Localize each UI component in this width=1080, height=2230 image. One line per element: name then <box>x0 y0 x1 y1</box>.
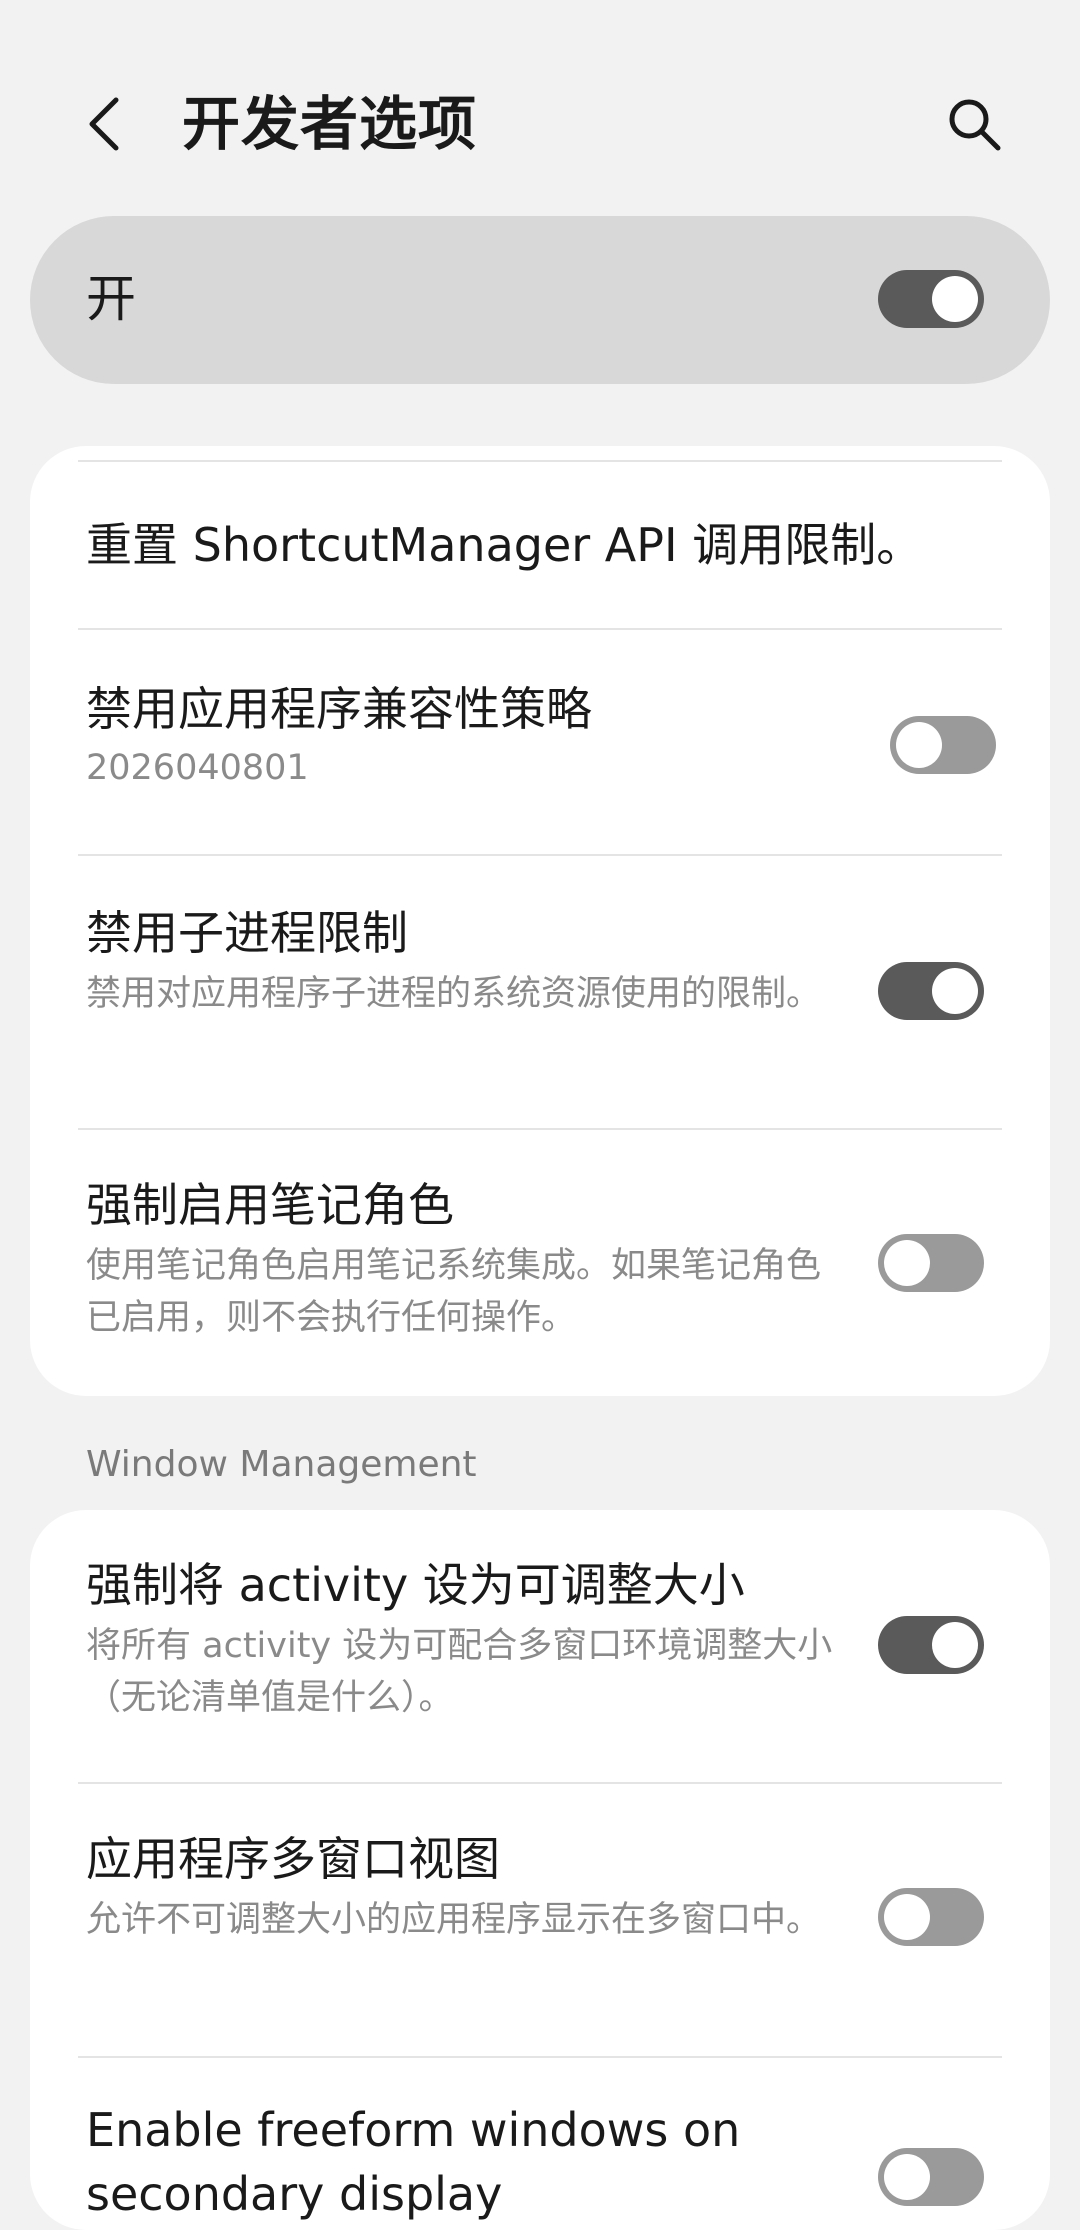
row-title: 重置 ShortcutManager API 调用限制。 <box>86 518 923 572</box>
row-summary: 禁用对应用程序子进程的系统资源使用的限制。 <box>86 974 822 1014</box>
chevron-left-icon <box>89 97 119 151</box>
toggle-knob <box>884 1894 930 1940</box>
back-button[interactable] <box>72 84 136 164</box>
search-button[interactable] <box>934 84 1014 164</box>
section-header-window-management: Window Management <box>86 1444 477 1485</box>
row-title: 应用程序多窗口视图 <box>86 1832 500 1886</box>
row-summary: 将所有 activity 设为可配合多窗口环境调整大小（无论清单值是什么）。 <box>86 1626 833 1718</box>
disable-child-process-limit-row[interactable]: 禁用子进程限制 禁用对应用程序子进程的系统资源使用的限制。 <box>30 856 1050 1128</box>
reset-shortcutmanager-row[interactable]: 重置 ShortcutManager API 调用限制。 <box>30 462 1050 628</box>
page-title: 开发者选项 <box>182 90 478 158</box>
toggle-knob <box>884 1240 930 1286</box>
app-multi-window-view-toggle[interactable] <box>878 1888 984 1946</box>
settings-card-general: 重置 ShortcutManager API 调用限制。 禁用应用程序兼容性策略… <box>30 446 1050 1396</box>
disable-app-compat-policy-row[interactable]: 禁用应用程序兼容性策略 2026040801 <box>30 630 1050 854</box>
disable-child-process-limit-toggle[interactable] <box>878 962 984 1020</box>
toggle-knob <box>932 968 978 1014</box>
search-icon <box>949 99 1001 151</box>
force-notes-role-toggle[interactable] <box>878 1234 984 1292</box>
master-toggle[interactable] <box>878 270 984 328</box>
row-title: Enable freeform windows on secondary dis… <box>86 2103 741 2221</box>
force-notes-role-row[interactable]: 强制启用笔记角色 使用笔记角色启用笔记系统集成。如果笔记角色已启用，则不会执行任… <box>30 1130 1050 1396</box>
freeform-secondary-display-toggle[interactable] <box>878 2148 984 2206</box>
app-multi-window-view-row[interactable]: 应用程序多窗口视图 允许不可调整大小的应用程序显示在多窗口中。 <box>30 1784 1050 2056</box>
freeform-secondary-display-row[interactable]: Enable freeform windows on secondary dis… <box>30 2058 1050 2230</box>
app-bar: 开发者选项 <box>0 0 1080 220</box>
toggle-knob <box>932 276 978 322</box>
row-title: 强制启用笔记角色 <box>86 1178 454 1232</box>
row-title: 强制将 activity 设为可调整大小 <box>86 1558 745 1612</box>
row-title: 禁用应用程序兼容性策略 <box>86 682 592 736</box>
disable-app-compat-policy-toggle[interactable] <box>890 716 996 774</box>
toggle-knob <box>932 1622 978 1668</box>
row-summary: 允许不可调整大小的应用程序显示在多窗口中。 <box>86 1900 822 1940</box>
developer-options-master-switch[interactable]: 开 <box>30 216 1050 384</box>
row-summary: 使用笔记角色启用笔记系统集成。如果笔记角色已启用，则不会执行任何操作。 <box>86 1246 822 1338</box>
force-resizable-activities-row[interactable]: 强制将 activity 设为可调整大小 将所有 activity 设为可配合多… <box>30 1510 1050 1782</box>
master-switch-label: 开 <box>86 270 136 328</box>
row-title: 禁用子进程限制 <box>86 906 408 960</box>
row-summary: 2026040801 <box>86 748 309 788</box>
toggle-knob <box>884 2154 930 2200</box>
toggle-knob <box>896 722 942 768</box>
force-resizable-activities-toggle[interactable] <box>878 1616 984 1674</box>
settings-card-window-management: 强制将 activity 设为可调整大小 将所有 activity 设为可配合多… <box>30 1510 1050 2230</box>
